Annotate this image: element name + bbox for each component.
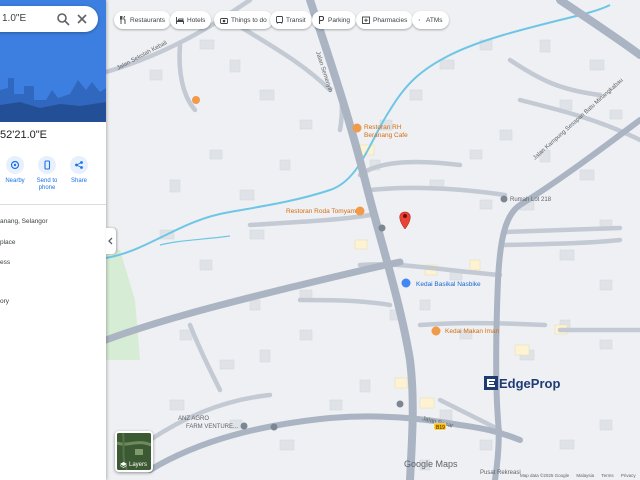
route-badge-label: B19 <box>436 425 445 431</box>
send-to-phone-button[interactable]: Send to phone <box>32 156 62 192</box>
google-maps-wordmark: Google Maps <box>404 459 458 469</box>
place-photo[interactable]: 1.0"E <box>0 0 106 122</box>
search-input[interactable]: 1.0"E <box>2 13 26 24</box>
svg-text:·: · <box>418 16 421 24</box>
chip-label: Hotels <box>187 16 206 24</box>
divider <box>0 204 106 205</box>
privacy-link[interactable]: Privacy <box>621 473 636 478</box>
share-label: Share <box>70 178 87 184</box>
svg-text:Beranang Cafe: Beranang Cafe <box>364 132 408 139</box>
edgeprop-watermark: EdgeProp <box>483 375 560 393</box>
chip-label: ATMs <box>426 16 443 24</box>
atm-icon: · <box>418 16 421 24</box>
terms-link[interactable]: Terms <box>601 473 613 478</box>
chip-things-to-do[interactable]: Things to do <box>214 11 273 29</box>
chip-label: Transit <box>286 16 306 24</box>
map-data-credit: Map data ©2025 Google <box>520 473 570 478</box>
place-icon <box>270 423 278 431</box>
restaurant-icon <box>120 16 126 24</box>
info-business[interactable]: ess <box>0 259 10 266</box>
share-icon <box>75 161 83 169</box>
chip-restaurants[interactable]: Restaurants <box>114 11 172 29</box>
pharmacy-icon <box>362 16 370 24</box>
share-button[interactable]: Share <box>64 156 94 185</box>
hotel-icon <box>176 16 184 24</box>
chip-atms[interactable]: · ATMs <box>412 11 449 29</box>
country-label[interactable]: Malaysia <box>576 473 594 478</box>
chip-label: Things to do <box>231 16 267 24</box>
svg-text:Kedai Makan Iman: Kedai Makan Iman <box>445 328 500 335</box>
transit-icon <box>276 16 283 24</box>
camera-icon <box>220 17 228 24</box>
info-address[interactable]: anang, Selangor <box>0 218 48 225</box>
parking-icon <box>318 16 325 24</box>
edgeprop-text: EdgeProp <box>499 376 561 391</box>
info-place[interactable]: place <box>0 239 16 246</box>
edgeprop-logo-icon <box>484 376 498 390</box>
nearby-icon <box>10 160 20 170</box>
nearby-button[interactable]: Nearby <box>0 156 30 185</box>
chip-label: Pharmacies <box>373 16 408 24</box>
chip-label: Restaurants <box>130 16 166 24</box>
svg-text:Restoran RH: Restoran RH <box>364 124 402 131</box>
place-icon <box>396 400 404 408</box>
close-icon[interactable] <box>75 12 89 26</box>
chip-label: Parking <box>328 16 351 24</box>
layers-label: Layers <box>120 462 147 468</box>
info-history[interactable]: ory <box>0 298 9 305</box>
nearby-label: Nearby <box>5 178 25 184</box>
chip-hotels[interactable]: Hotels <box>170 11 212 29</box>
chip-transit[interactable]: Transit <box>270 11 312 29</box>
restaurant-icon <box>192 96 200 104</box>
phone-icon <box>44 160 51 170</box>
svg-text:Pusat Rekreasi: Pusat Rekreasi <box>480 470 521 476</box>
search-icon[interactable] <box>56 12 70 26</box>
chip-pharmacies[interactable]: Pharmacies <box>356 11 414 29</box>
send-to-phone-label: Send to phone <box>36 178 58 191</box>
skyline-silhouette <box>0 78 106 122</box>
svg-text:Rumah Lot 218: Rumah Lot 218 <box>510 197 552 203</box>
svg-text:Kedai Basikal Nasbike: Kedai Basikal Nasbike <box>416 281 481 288</box>
svg-text:FARM VENTURE...: FARM VENTURE... <box>186 424 238 430</box>
poi-restoran-roda[interactable]: Restoran Roda Tomyam <box>286 206 365 216</box>
search-box[interactable]: 1.0"E <box>0 6 98 32</box>
transit-icon <box>378 224 386 232</box>
collapse-panel-button[interactable] <box>106 228 116 254</box>
place-coordinates: 52'21.0"E <box>0 129 47 141</box>
poi-pusat-rekreasi[interactable]: Pusat Rekreasi <box>480 470 521 476</box>
chip-parking[interactable]: Parking <box>312 11 357 29</box>
svg-text:Restoran Roda Tomyam: Restoran Roda Tomyam <box>286 208 356 215</box>
layers-button[interactable]: Layers <box>115 431 153 472</box>
layers-icon <box>120 462 127 468</box>
attribution-bar: Map data ©2025 Google Malaysia Terms Pri… <box>520 473 636 478</box>
chevron-left-icon <box>108 237 113 245</box>
place-panel: 1.0"E 52'21.0"E Nearby Send to phone Sha… <box>0 0 106 480</box>
svg-text:ANZ AGRO: ANZ AGRO <box>178 416 209 422</box>
action-row: Nearby Send to phone Share <box>0 156 106 200</box>
